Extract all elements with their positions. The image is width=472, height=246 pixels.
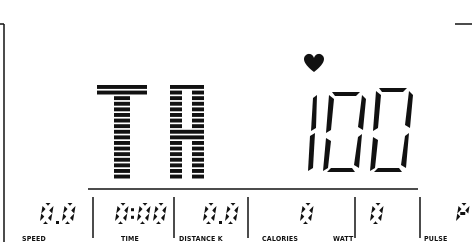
digit-0-b	[370, 88, 413, 172]
readout-calories-value	[300, 203, 314, 224]
main-value-digits	[308, 88, 413, 172]
heart-icon	[304, 53, 324, 72]
readout-pulse-value	[456, 203, 470, 221]
digit-0-a	[323, 92, 366, 172]
readout-watt-value	[370, 203, 384, 224]
main-matrix-text	[97, 85, 204, 179]
readout-time-value	[115, 203, 167, 224]
readout-distance-value	[203, 203, 239, 224]
readout-speed-value	[40, 203, 76, 224]
lcd-display-panel	[0, 0, 472, 242]
digit-1	[308, 95, 317, 171]
